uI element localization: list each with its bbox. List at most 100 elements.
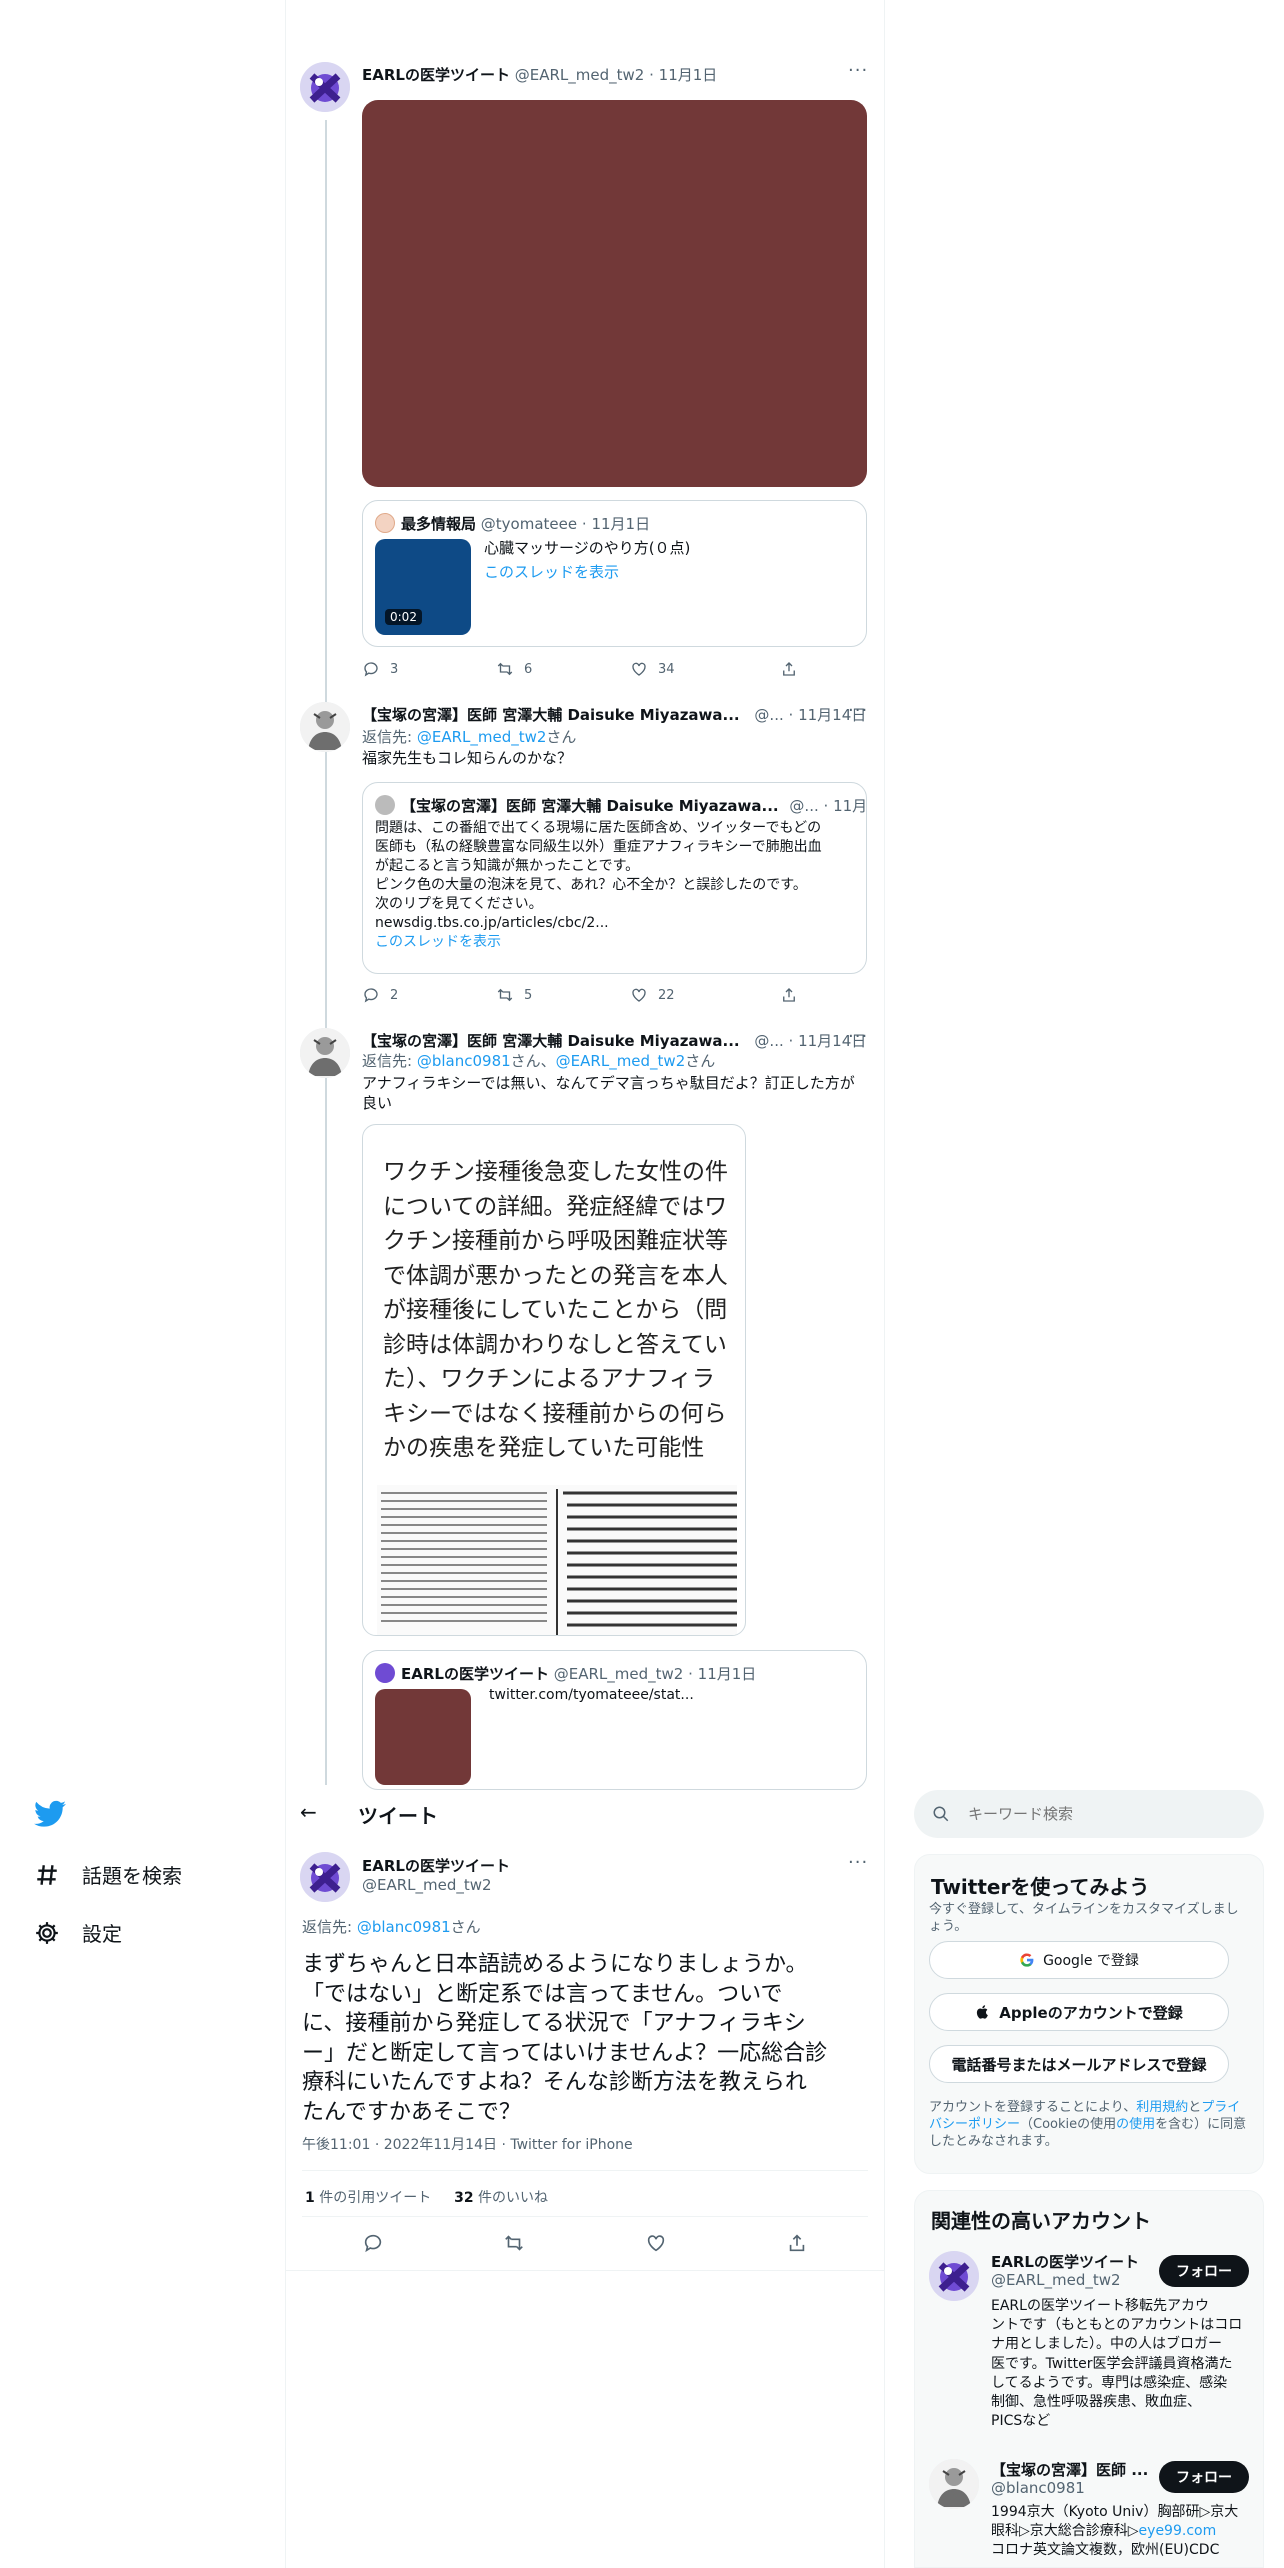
search-box[interactable] bbox=[914, 1790, 1264, 1838]
heart-icon bbox=[632, 988, 646, 1002]
more-icon[interactable]: ··· bbox=[848, 700, 868, 721]
follow-button[interactable]: フォロー bbox=[1159, 2255, 1249, 2287]
tweet1-media[interactable] bbox=[362, 100, 867, 487]
show-thread-link[interactable]: このスレッドを表示 bbox=[375, 933, 860, 952]
page-title: ツイート bbox=[358, 1804, 438, 1828]
avatar-earl[interactable] bbox=[300, 62, 350, 112]
divider bbox=[286, 2270, 884, 2271]
avatar-earl[interactable] bbox=[929, 2251, 979, 2301]
phone-signup-button[interactable]: 電話番号またはメールアドレスで登録 bbox=[929, 2045, 1229, 2083]
nav-settings[interactable]: 設定 bbox=[34, 1918, 122, 1947]
main-tweet-meta: 午後11:01 · 2022年11月14日 · Twitter for iPho… bbox=[302, 2137, 633, 2153]
quote-name: 最多情報局 bbox=[401, 515, 477, 533]
reply-icon[interactable] bbox=[362, 2232, 384, 2254]
retweet-count: 5 bbox=[524, 987, 533, 1003]
related-accounts-panel: 関連性の高いアカウント EARLの医学ツイート @EARL_med_tw2 フォ… bbox=[914, 2190, 1264, 2568]
retweet-button[interactable]: 5 bbox=[496, 986, 630, 1004]
tweet1-quote-card[interactable]: 最多情報局 @tyomateee · 11月1日 0:02 心臓マッサージのやり… bbox=[362, 500, 867, 647]
tweet3-handle[interactable]: @... bbox=[754, 1032, 783, 1050]
quote-name: 【宝塚の宮澤】医師 宮澤大輔 Daisuke Miyazawa... bbox=[401, 797, 779, 815]
cookie-link[interactable]: の使用 bbox=[1116, 2117, 1155, 2132]
quote-video-thumbnail[interactable]: 0:02 bbox=[375, 539, 471, 635]
tweet3-quote-card[interactable]: EARLの医学ツイート @EARL_med_tw2 · 11月1日 twitte… bbox=[362, 1650, 867, 1790]
reply-icon bbox=[364, 988, 378, 1003]
quote-handle: @... bbox=[789, 797, 819, 815]
tweet1-name[interactable]: EARLの医学ツイート bbox=[362, 66, 510, 84]
reply-to-link[interactable]: @blanc0981 bbox=[417, 1052, 511, 1070]
tweet1-handle[interactable]: @EARL_med_tw2 bbox=[515, 66, 645, 84]
avatar-miyazawa[interactable] bbox=[300, 1028, 350, 1078]
tweet3-name[interactable]: 【宝塚の宮澤】医師 宮澤大輔 Daisuke Miyazawa... bbox=[362, 1032, 740, 1050]
more-icon[interactable]: ··· bbox=[848, 60, 868, 81]
search-icon bbox=[933, 1806, 949, 1822]
more-icon[interactable]: ··· bbox=[848, 1852, 868, 1873]
right-column-border bbox=[884, 0, 885, 2568]
quote-media-thumbnail[interactable] bbox=[375, 1689, 471, 1785]
tweet1-date[interactable]: 11月1日 bbox=[659, 66, 718, 84]
like-button[interactable]: 22 bbox=[630, 986, 780, 1004]
heart-icon[interactable] bbox=[645, 2232, 667, 2254]
google-signup-button[interactable]: Google で登録 bbox=[929, 1941, 1229, 1979]
tweet2-text: 福家先生もコレ知らんのかな？ bbox=[362, 749, 573, 767]
main-tweet-section bbox=[286, 1790, 884, 2568]
main-tweet-stats: 1 件の引用ツイート 32 件のいいね bbox=[305, 2187, 548, 2207]
share-button[interactable] bbox=[780, 660, 798, 678]
avatar-miyazawa[interactable] bbox=[929, 2459, 979, 2509]
main-tweet-name[interactable]: EARLの医学ツイート bbox=[362, 1855, 510, 1876]
main-reply-context: 返信先: @blanc0981さん bbox=[302, 1918, 481, 1936]
tweet3-text: アナフィラキシーでは無い、なんてデマ言っちゃ駄目だよ？訂正した方が 良い bbox=[362, 1074, 855, 1112]
signup-panel: Twitterを使ってみよう 今すぐ登録して、タイムラインをカスタマイズしましょ… bbox=[914, 1854, 1264, 2174]
tweet2-reply-context: 返信先: @EARL_med_tw2さん bbox=[362, 728, 577, 746]
account-name[interactable]: 【宝塚の宮澤】医師 ... bbox=[991, 2459, 1148, 2480]
tweet3-image[interactable]: ワクチン接種後急変した女性の件 についての詳細。発症経緯ではワ クチン接種前から… bbox=[362, 1124, 746, 1636]
quote-link[interactable]: newsdig.tbs.co.jp/articles/cbc/2... bbox=[375, 914, 860, 933]
reply-button[interactable]: 2 bbox=[362, 986, 496, 1004]
reply-to-link[interactable]: @EARL_med_tw2 bbox=[556, 1052, 686, 1070]
account-handle[interactable]: @EARL_med_tw2 bbox=[991, 2271, 1121, 2289]
nav-explore[interactable]: 話題を検索 bbox=[34, 1860, 182, 1889]
account-handle[interactable]: @blanc0981 bbox=[991, 2479, 1085, 2497]
divider bbox=[302, 2216, 868, 2217]
google-signup-label: Google で登録 bbox=[1043, 1953, 1139, 1969]
show-thread-link[interactable]: このスレッドを表示 bbox=[484, 561, 619, 582]
share-icon[interactable] bbox=[786, 2232, 808, 2254]
quote-handle: @EARL_med_tw2 bbox=[553, 1665, 684, 1683]
follow-button[interactable]: フォロー bbox=[1159, 2461, 1249, 2493]
like-button[interactable]: 34 bbox=[630, 660, 780, 678]
thread-connector-line bbox=[325, 120, 327, 1785]
twitter-logo[interactable] bbox=[34, 1800, 66, 1832]
apple-signup-button[interactable]: Appleのアカウントで登録 bbox=[929, 1993, 1229, 2031]
image-text: ワクチン接種後急変した女性の件 についての詳細。発症経緯ではワ クチン接種前から… bbox=[383, 1159, 728, 1461]
back-arrow-icon[interactable]: ← bbox=[300, 1800, 317, 1824]
share-button[interactable] bbox=[780, 986, 798, 1004]
avatar-miyazawa[interactable] bbox=[300, 702, 350, 752]
reply-count: 3 bbox=[390, 661, 399, 677]
retweet-icon[interactable] bbox=[503, 2232, 525, 2254]
reply-button[interactable]: 3 bbox=[362, 660, 496, 678]
quote-text: 心臓マッサージのやり方(０点) bbox=[484, 539, 691, 557]
main-tweet-handle[interactable]: @EARL_med_tw2 bbox=[362, 1876, 492, 1894]
tweet3-header: 【宝塚の宮澤】医師 宮澤大輔 Daisuke Miyazawa... @... … bbox=[362, 1032, 867, 1050]
tweet2-name[interactable]: 【宝塚の宮澤】医師 宮澤大輔 Daisuke Miyazawa... bbox=[362, 706, 740, 724]
terms-link[interactable]: 利用規約 bbox=[1136, 2100, 1188, 2115]
likes-link[interactable]: 32 件のいいね bbox=[454, 2190, 548, 2206]
tweet2-handle[interactable]: @... bbox=[754, 706, 783, 724]
quote-tweets-link[interactable]: 1 件の引用ツイート bbox=[305, 2190, 431, 2206]
search-input[interactable] bbox=[968, 1805, 1228, 1823]
account-name[interactable]: EARLの医学ツイート bbox=[991, 2251, 1139, 2272]
avatar-earl[interactable] bbox=[300, 1852, 350, 1902]
apple-signup-label: Appleのアカウントで登録 bbox=[999, 2003, 1183, 2022]
reply-to-link[interactable]: @blanc0981 bbox=[357, 1918, 451, 1936]
retweet-button[interactable]: 6 bbox=[496, 660, 630, 678]
tweet2-quote-card[interactable]: 【宝塚の宮澤】医師 宮澤大輔 Daisuke Miyazawa... @... … bbox=[362, 782, 867, 974]
phone-signup-label: 電話番号またはメールアドレスで登録 bbox=[951, 2055, 1207, 2074]
tweet-time[interactable]: 午後11:01 bbox=[302, 2137, 370, 2153]
apple-icon bbox=[977, 2005, 989, 2019]
related-title: 関連性の高いアカウント bbox=[931, 2209, 1151, 2233]
quote-name: EARLの医学ツイート bbox=[401, 1665, 549, 1683]
tweet-date[interactable]: 2022年11月14日 bbox=[384, 2137, 497, 2153]
tweet2-actions: 2 5 22 bbox=[362, 986, 867, 1004]
reply-to-link[interactable]: @EARL_med_tw2 bbox=[417, 728, 547, 746]
bio-link[interactable]: eye99.com bbox=[1139, 2523, 1217, 2539]
more-icon[interactable]: ··· bbox=[848, 1026, 868, 1047]
